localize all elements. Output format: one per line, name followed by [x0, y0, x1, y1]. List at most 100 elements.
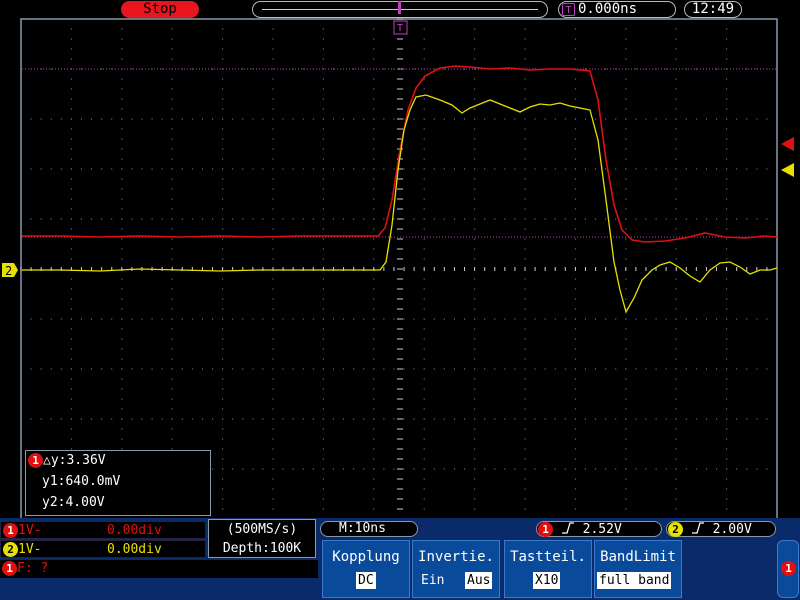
grid-dot [474, 188, 476, 190]
menu-bandlimit-value: full band [597, 572, 672, 589]
ch1-trigger-level[interactable]: 1 2.52V [536, 521, 662, 537]
grid-dot [625, 288, 627, 290]
grid-dot [524, 248, 526, 250]
grid-dot [80, 318, 82, 320]
grid-dot [373, 278, 375, 280]
menu-probe-title: Tastteil. [510, 549, 586, 565]
grid-dot [474, 458, 476, 460]
grid-dot [322, 218, 324, 220]
grid-dot [353, 218, 355, 220]
grid-dot [171, 198, 173, 200]
grid-dot [605, 418, 607, 420]
grid-dot [625, 448, 627, 450]
grid-dot [423, 258, 425, 260]
grid-dot [665, 368, 667, 370]
ch2-status-row[interactable]: 2 1V- 0.00div [0, 540, 206, 558]
grid-dot [423, 198, 425, 200]
rising-edge-icon [691, 522, 704, 534]
grid-dot [524, 98, 526, 100]
grid-dot [574, 128, 576, 130]
grid-dot [373, 388, 375, 390]
grid-dot [383, 468, 385, 470]
grid-dot [181, 318, 183, 320]
grid-dot [726, 198, 728, 200]
grid-dot [554, 318, 556, 320]
grid-dot [423, 168, 425, 170]
menu-probe-button[interactable]: Tastteil. X10 [504, 540, 592, 598]
grid-dot [564, 368, 566, 370]
grid-dot [736, 118, 738, 120]
grid-dot [171, 298, 173, 300]
grid-dot [625, 498, 627, 500]
grid-dot [504, 118, 506, 120]
grid-dot [504, 168, 506, 170]
menu-bandlimit-button[interactable]: BandLimit full band [594, 540, 682, 598]
grid-dot [212, 218, 214, 220]
timebase-display[interactable]: M:10ns [320, 521, 418, 537]
grid-dot [726, 278, 728, 280]
grid-dot [453, 168, 455, 170]
grid-dot [403, 168, 405, 170]
grid-dot [484, 318, 486, 320]
ch1-status-row[interactable]: 1 1V- 0.00div [0, 521, 206, 539]
grid-dot [393, 218, 395, 220]
grid-dot [70, 338, 72, 340]
grid-dot [716, 468, 718, 470]
grid-dot [464, 468, 466, 470]
grid-dot [101, 418, 103, 420]
grid-dot [222, 98, 224, 100]
grid-dot [343, 218, 345, 220]
grid-dot [70, 218, 72, 220]
grid-dot [675, 98, 677, 100]
grid-dot [272, 68, 274, 70]
grid-dot [716, 368, 718, 370]
grid-dot [514, 218, 516, 220]
ch2-trigger-arrow-icon[interactable] [781, 163, 794, 177]
grid-dot [322, 68, 324, 70]
grid-dot [373, 58, 375, 60]
cursor-measurement-panel: 1 △y:3.36V y1:640.0mV y2:4.00V [25, 450, 211, 516]
grid-dot [474, 48, 476, 50]
grid-dot [474, 38, 476, 40]
grid-dot [322, 148, 324, 150]
grid-dot [40, 118, 42, 120]
grid-dot [574, 338, 576, 340]
menu-invert-button[interactable]: Invertie. Ein Aus [412, 540, 500, 598]
menu-coupling-button[interactable]: Kopplung DC [322, 540, 410, 598]
grid-dot [242, 418, 244, 420]
grid-dot [272, 158, 274, 160]
grid-dot [605, 218, 607, 220]
grid-dot [413, 318, 415, 320]
grid-dot [534, 218, 536, 220]
grid-dot [171, 398, 173, 400]
grid-dot [645, 118, 647, 120]
grid-dot [574, 38, 576, 40]
grid-dot [474, 208, 476, 210]
menu-page-button[interactable]: 1 [777, 540, 799, 598]
grid-dot [171, 308, 173, 310]
grid-dot [121, 408, 123, 410]
grid-dot [726, 168, 728, 170]
grid-dot [474, 228, 476, 230]
grid-dot [171, 368, 173, 370]
grid-dot [524, 148, 526, 150]
grid-dot [272, 398, 274, 400]
grid-dot [766, 468, 768, 470]
grid-dot [373, 38, 375, 40]
grid-dot [70, 148, 72, 150]
grid-dot [524, 458, 526, 460]
run-stop-button[interactable]: Stop [121, 1, 199, 18]
grid-dot [625, 188, 627, 190]
grid-dot [726, 508, 728, 510]
ch2-trigger-level[interactable]: 2 2.00V [666, 521, 776, 537]
ch1-offset: 0.00div [107, 523, 162, 538]
grid-dot [675, 188, 677, 190]
grid-dot [695, 218, 697, 220]
grid-dot [736, 468, 738, 470]
grid-dot [756, 118, 758, 120]
grid-dot [675, 348, 677, 350]
grid-dot [403, 418, 405, 420]
grid-dot [625, 318, 627, 320]
grid-dot [625, 258, 627, 260]
ch1-trigger-arrow-icon[interactable] [781, 137, 794, 151]
